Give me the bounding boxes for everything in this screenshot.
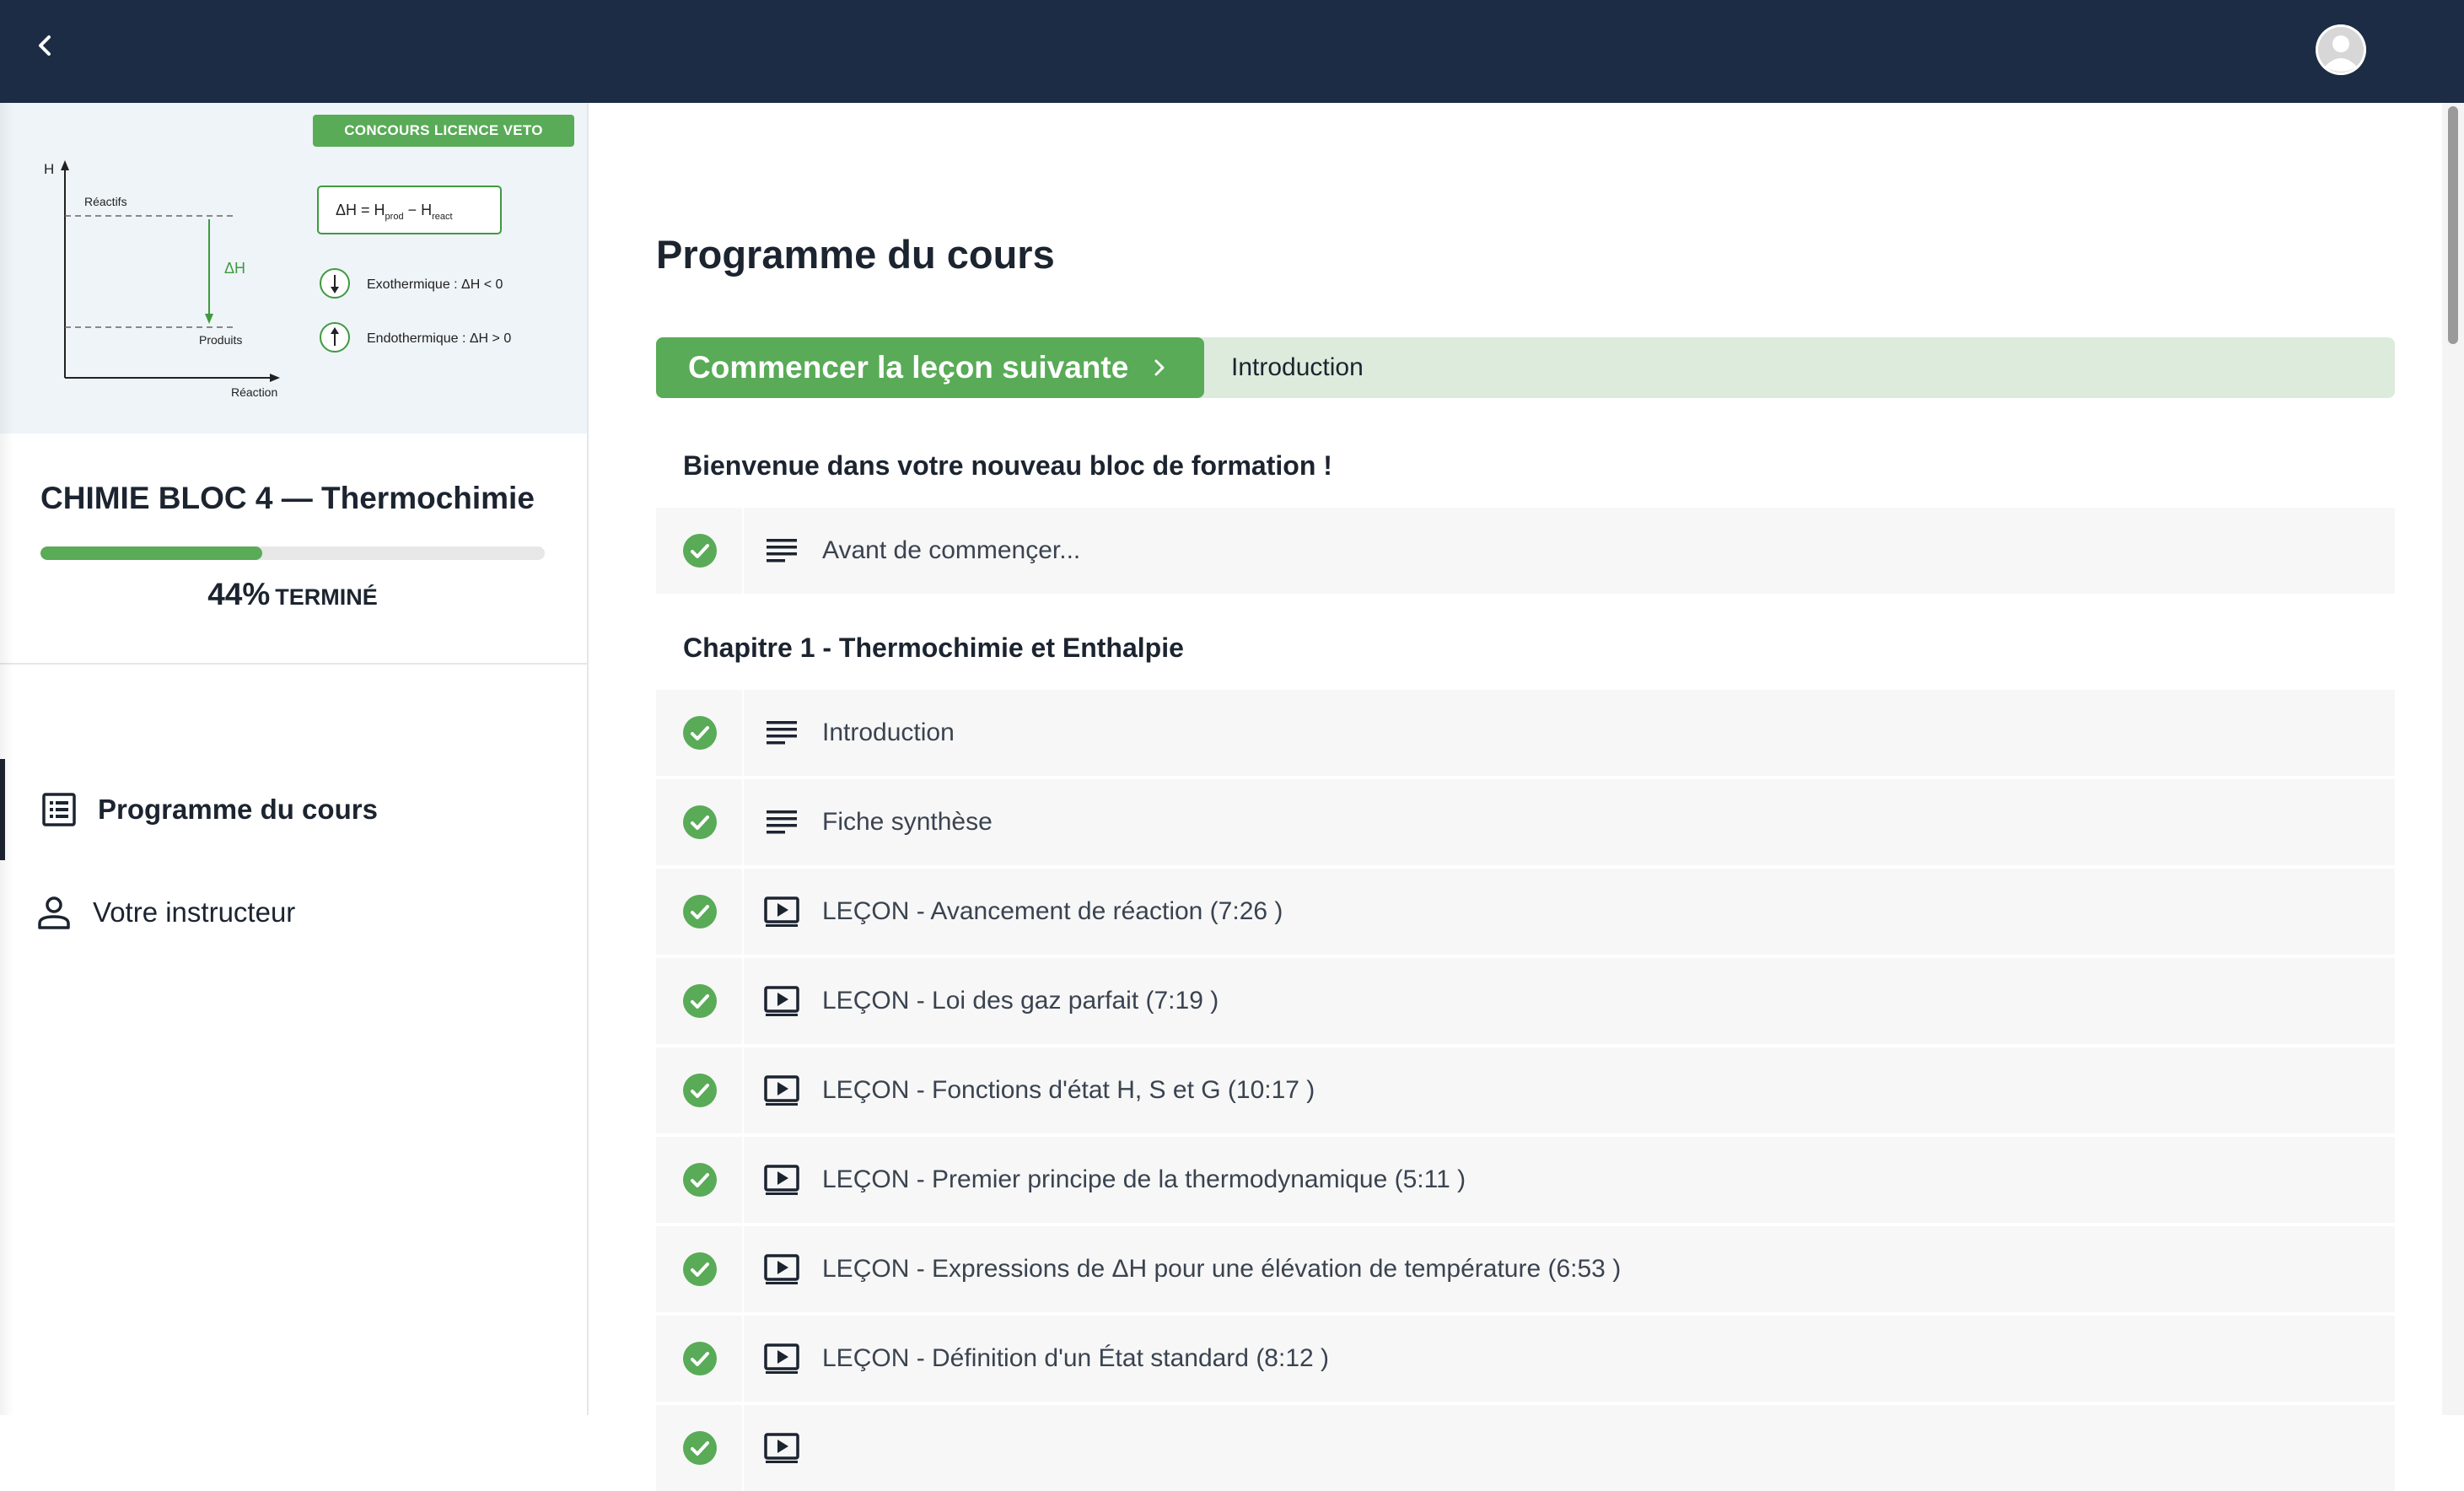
video-lesson-icon — [764, 1075, 799, 1106]
main-content: Programme du cours Commencer la leçon su… — [590, 103, 2442, 1491]
page-title: Programme du cours — [656, 232, 1055, 277]
lesson-title: Introduction — [822, 719, 955, 746]
start-next-lesson-button[interactable]: Commencer la leçon suivante — [656, 337, 1204, 398]
video-lesson-icon — [764, 986, 799, 1016]
lesson-title: LEÇON - Premier principe de la thermodyn… — [822, 1165, 1466, 1193]
reactifs-label: Réactifs — [84, 195, 127, 208]
course-thumbnail: H Réaction Réactifs Produits ΔH ΔH = Hpr… — [0, 103, 587, 433]
delta-h-label: ΔH — [224, 260, 245, 277]
video-lesson-icon — [764, 1433, 799, 1463]
lesson-title: Fiche synthèse — [822, 808, 993, 836]
start-next-lesson-label: Commencer la leçon suivante — [688, 350, 1129, 385]
enthalpy-diagram: H Réaction Réactifs Produits ΔH ΔH = Hpr… — [44, 160, 511, 399]
lesson-title: LEÇON - Expressions de ΔH pour une éléva… — [822, 1255, 1622, 1283]
row-divider — [742, 690, 744, 776]
lesson-row[interactable]: Fiche synthèse — [656, 779, 2395, 865]
user-avatar[interactable] — [2316, 24, 2366, 75]
lesson-title: LEÇON - Avancement de réaction (7:26 ) — [822, 897, 1283, 925]
nav-item-programme[interactable]: Programme du cours — [0, 759, 587, 860]
completed-check-icon — [683, 534, 717, 568]
video-lesson-icon — [764, 1254, 799, 1284]
back-button[interactable] — [25, 25, 66, 66]
section-title: Chapitre 1 - Thermochimie et Enthalpie — [683, 632, 1184, 663]
section-title: Bienvenue dans votre nouveau bloc de for… — [683, 450, 1332, 481]
progress-text: 44% TERMINÉ — [40, 577, 545, 612]
completed-check-icon — [683, 895, 717, 929]
person-icon — [38, 896, 70, 929]
completed-check-icon — [683, 1431, 717, 1465]
row-divider — [742, 869, 744, 955]
nav-item-instructeur[interactable]: Votre instructeur — [0, 862, 587, 963]
lesson-row[interactable]: LEÇON - Expressions de ΔH pour une éléva… — [656, 1226, 2395, 1312]
axis-x-label: Réaction — [231, 385, 277, 399]
lesson-title: LEÇON - Définition d'un État standard (8… — [822, 1344, 1330, 1372]
chevron-right-icon — [1154, 359, 1165, 376]
text-lesson-icon — [767, 539, 797, 562]
lesson-row[interactable]: Introduction — [656, 690, 2395, 776]
lesson-row[interactable]: LEÇON - Fonctions d'état H, S et G (10:1… — [656, 1047, 2395, 1133]
lesson-title: Avant de commençer... — [822, 536, 1081, 564]
row-divider — [742, 958, 744, 1044]
video-lesson-icon — [764, 1165, 799, 1195]
progress-fill — [40, 546, 263, 560]
course-title: CHIMIE BLOC 4 — Thermochimie — [40, 481, 535, 515]
axis-y-label: H — [44, 161, 54, 177]
course-sidebar: H Réaction Réactifs Produits ΔH ΔH = Hpr… — [0, 103, 589, 1415]
completed-check-icon — [683, 805, 717, 839]
produits-label: Produits — [199, 333, 242, 347]
completed-check-icon — [683, 1074, 717, 1107]
lesson-row[interactable]: LEÇON - Loi des gaz parfait (7:19 ) — [656, 958, 2395, 1044]
lesson-row[interactable]: Avant de commençer... — [656, 508, 2395, 594]
completed-check-icon — [683, 984, 717, 1018]
progress-bar — [40, 546, 545, 560]
lesson-row[interactable]: LEÇON - Avancement de réaction (7:26 ) — [656, 869, 2395, 955]
text-lesson-icon — [767, 810, 797, 834]
lesson-row[interactable]: LEÇON - Premier principe de la thermodyn… — [656, 1137, 2395, 1223]
next-lesson-bar: Commencer la leçon suivante Introduction — [656, 337, 2395, 398]
lesson-title: LEÇON - Loi des gaz parfait (7:19 ) — [822, 987, 1219, 1015]
row-divider — [742, 508, 744, 594]
completed-check-icon — [683, 716, 717, 750]
progress-percent: 44% — [207, 577, 271, 611]
row-divider — [742, 779, 744, 865]
top-bar — [0, 0, 2464, 103]
row-divider — [742, 1316, 744, 1402]
completed-check-icon — [683, 1163, 717, 1197]
exo-label: Exothermique : ΔH < 0 — [367, 277, 503, 292]
row-divider — [742, 1137, 744, 1223]
video-lesson-icon — [764, 1343, 799, 1374]
scrollbar-thumb[interactable] — [2448, 106, 2458, 344]
course-badge: CONCOURS LICENCE VETO — [313, 115, 574, 147]
lesson-row[interactable] — [656, 1405, 2395, 1491]
row-divider — [742, 1047, 744, 1133]
nav-label: Programme du cours — [98, 794, 378, 825]
text-lesson-icon — [767, 721, 797, 745]
endo-label: Endothermique : ΔH > 0 — [367, 331, 511, 346]
completed-check-icon — [683, 1342, 717, 1375]
lesson-row[interactable]: LEÇON - Définition d'un État standard (8… — [656, 1316, 2395, 1402]
row-divider — [742, 1405, 744, 1491]
nav-label: Votre instructeur — [93, 896, 296, 928]
page-scrollbar[interactable] — [2442, 103, 2464, 1415]
sidebar-divider — [0, 663, 587, 665]
list-icon — [42, 793, 76, 826]
lesson-title: LEÇON - Fonctions d'état H, S et G (10:1… — [822, 1076, 1315, 1104]
next-lesson-title[interactable]: Introduction — [1231, 337, 1364, 398]
progress-status: TERMINÉ — [275, 584, 378, 610]
avatar-icon — [2316, 24, 2366, 75]
row-divider — [742, 1226, 744, 1312]
video-lesson-icon — [764, 896, 799, 927]
completed-check-icon — [683, 1252, 717, 1286]
chevron-left-icon — [39, 35, 51, 56]
